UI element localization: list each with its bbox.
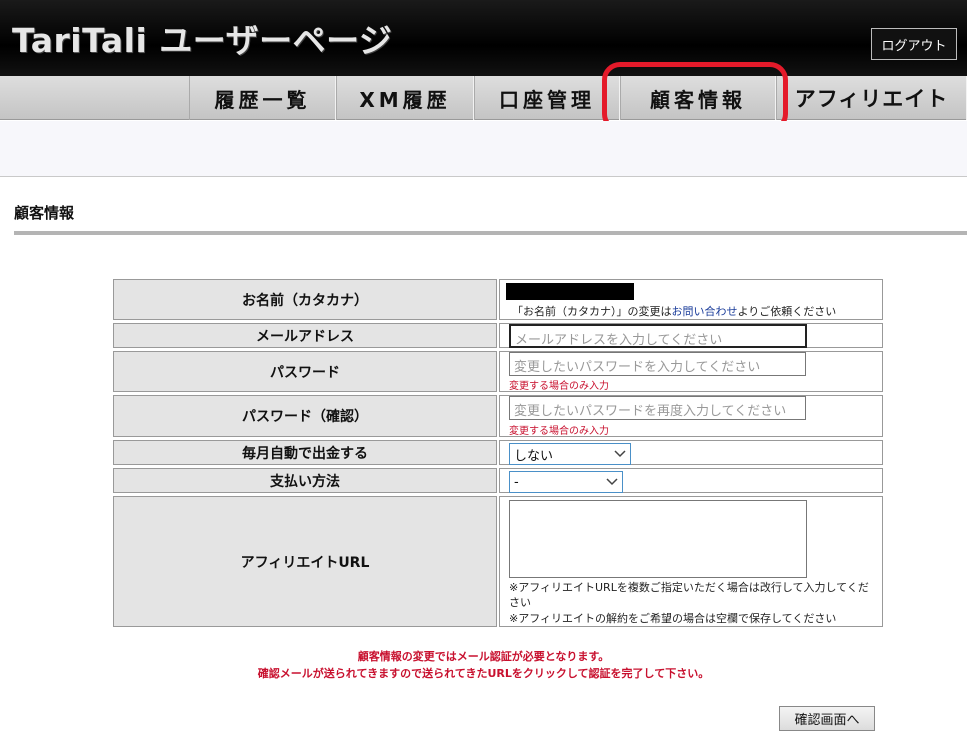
confirm-screen-button[interactable]: 確認画面へ	[779, 706, 875, 731]
note-prefix: 「お名前（カタカナ）」の変更は	[512, 305, 672, 318]
nav-item-xm-history[interactable]: XM履歴	[336, 76, 474, 120]
password-confirm-input[interactable]: 変更したいパスワードを再度入力してください	[509, 396, 806, 420]
email-input[interactable]: メールアドレスを入力してください	[509, 324, 807, 348]
main-nav: 履歴一覧 XM履歴 口座管理 顧客情報 アフィリエイト	[0, 76, 967, 120]
payment-method-label: 支払い方法	[113, 468, 497, 493]
form-row-password: パスワード 変更したいパスワードを入力してください 変更する場合のみ入力	[113, 351, 883, 392]
auto-withdraw-value-cell: しない	[499, 440, 883, 465]
sub-header-bar	[0, 121, 967, 177]
payment-method-select[interactable]: -	[509, 471, 623, 493]
note-suffix: よりご依頼ください	[737, 305, 837, 318]
affiliate-url-note-cancel: ※アフィリエイトの解約をご希望の場合は空欄で保存してください	[509, 612, 837, 625]
email-value-cell: メールアドレスを入力してください	[499, 323, 883, 348]
nav-item-customer-info[interactable]: 顧客情報	[620, 76, 776, 120]
redacted-name	[506, 283, 634, 300]
logout-button[interactable]: ログアウト	[871, 28, 957, 60]
name-value-cell: 「お名前（カタカナ）」の変更はお問い合わせよりご依頼ください	[499, 279, 883, 320]
site-title: TariTali ユーザーページ	[12, 21, 393, 60]
password-confirm-value-cell: 変更したいパスワードを再度入力してください 変更する場合のみ入力	[499, 395, 883, 437]
password-input[interactable]: 変更したいパスワードを入力してください	[509, 352, 806, 376]
nav-item-account-management[interactable]: 口座管理	[474, 76, 620, 120]
name-label: お名前（カタカナ）	[113, 279, 497, 320]
affiliate-url-label: アフィリエイトURL	[113, 496, 497, 627]
affiliate-url-textarea[interactable]	[509, 500, 807, 578]
payment-method-value-cell: -	[499, 468, 883, 493]
email-label: メールアドレス	[113, 323, 497, 348]
password-label: パスワード	[113, 351, 497, 392]
email-auth-notice-line2: 確認メールが送られてきますので送られてきたURLをクリックして認証を完了して下さ…	[257, 667, 710, 680]
page-title: 顧客情報	[14, 204, 75, 222]
contact-link[interactable]: お問い合わせ	[672, 305, 738, 318]
auto-withdraw-label: 毎月自動で出金する	[113, 440, 497, 465]
affiliate-url-value-cell: ※アフィリエイトURLを複数ご指定いただく場合は改行して入力してください ※アフ…	[499, 496, 883, 627]
password-value-cell: 変更したいパスワードを入力してください 変更する場合のみ入力	[499, 351, 883, 392]
form-row-password-confirm: パスワード（確認） 変更したいパスワードを再度入力してください 変更する場合のみ…	[113, 395, 883, 437]
nav-item-history-list[interactable]: 履歴一覧	[189, 76, 336, 120]
form-row-auto-withdraw: 毎月自動で出金する しない	[113, 440, 883, 465]
title-divider	[14, 231, 967, 235]
name-change-note: 「お名前（カタカナ）」の変更はお問い合わせよりご依頼ください	[512, 303, 836, 319]
form-row-name: お名前（カタカナ） 「お名前（カタカナ）」の変更はお問い合わせよりご依頼ください	[113, 279, 883, 320]
auto-withdraw-selected: しない	[514, 448, 554, 464]
form-row-email: メールアドレス メールアドレスを入力してください	[113, 323, 883, 348]
form-row-payment-method: 支払い方法 -	[113, 468, 883, 493]
password-hint: 変更する場合のみ入力	[509, 381, 609, 392]
email-auth-notice-line1: 顧客情報の変更ではメール認証が必要となります。	[357, 650, 610, 663]
chevron-down-icon	[610, 444, 630, 464]
auto-withdraw-select[interactable]: しない	[509, 443, 631, 465]
password-confirm-label: パスワード（確認）	[113, 395, 497, 437]
nav-item-affiliate[interactable]: アフィリエイト	[776, 76, 967, 120]
chevron-down-icon	[602, 472, 622, 492]
form-row-affiliate-url: アフィリエイトURL ※アフィリエイトURLを複数ご指定いただく場合は改行して入…	[113, 496, 883, 627]
password-confirm-hint: 変更する場合のみ入力	[509, 426, 609, 437]
payment-method-selected: -	[514, 474, 519, 490]
header-bar: TariTali ユーザーページ ログアウト	[0, 0, 967, 76]
affiliate-url-note-multiple: ※アフィリエイトURLを複数ご指定いただく場合は改行して入力してください	[509, 581, 869, 609]
